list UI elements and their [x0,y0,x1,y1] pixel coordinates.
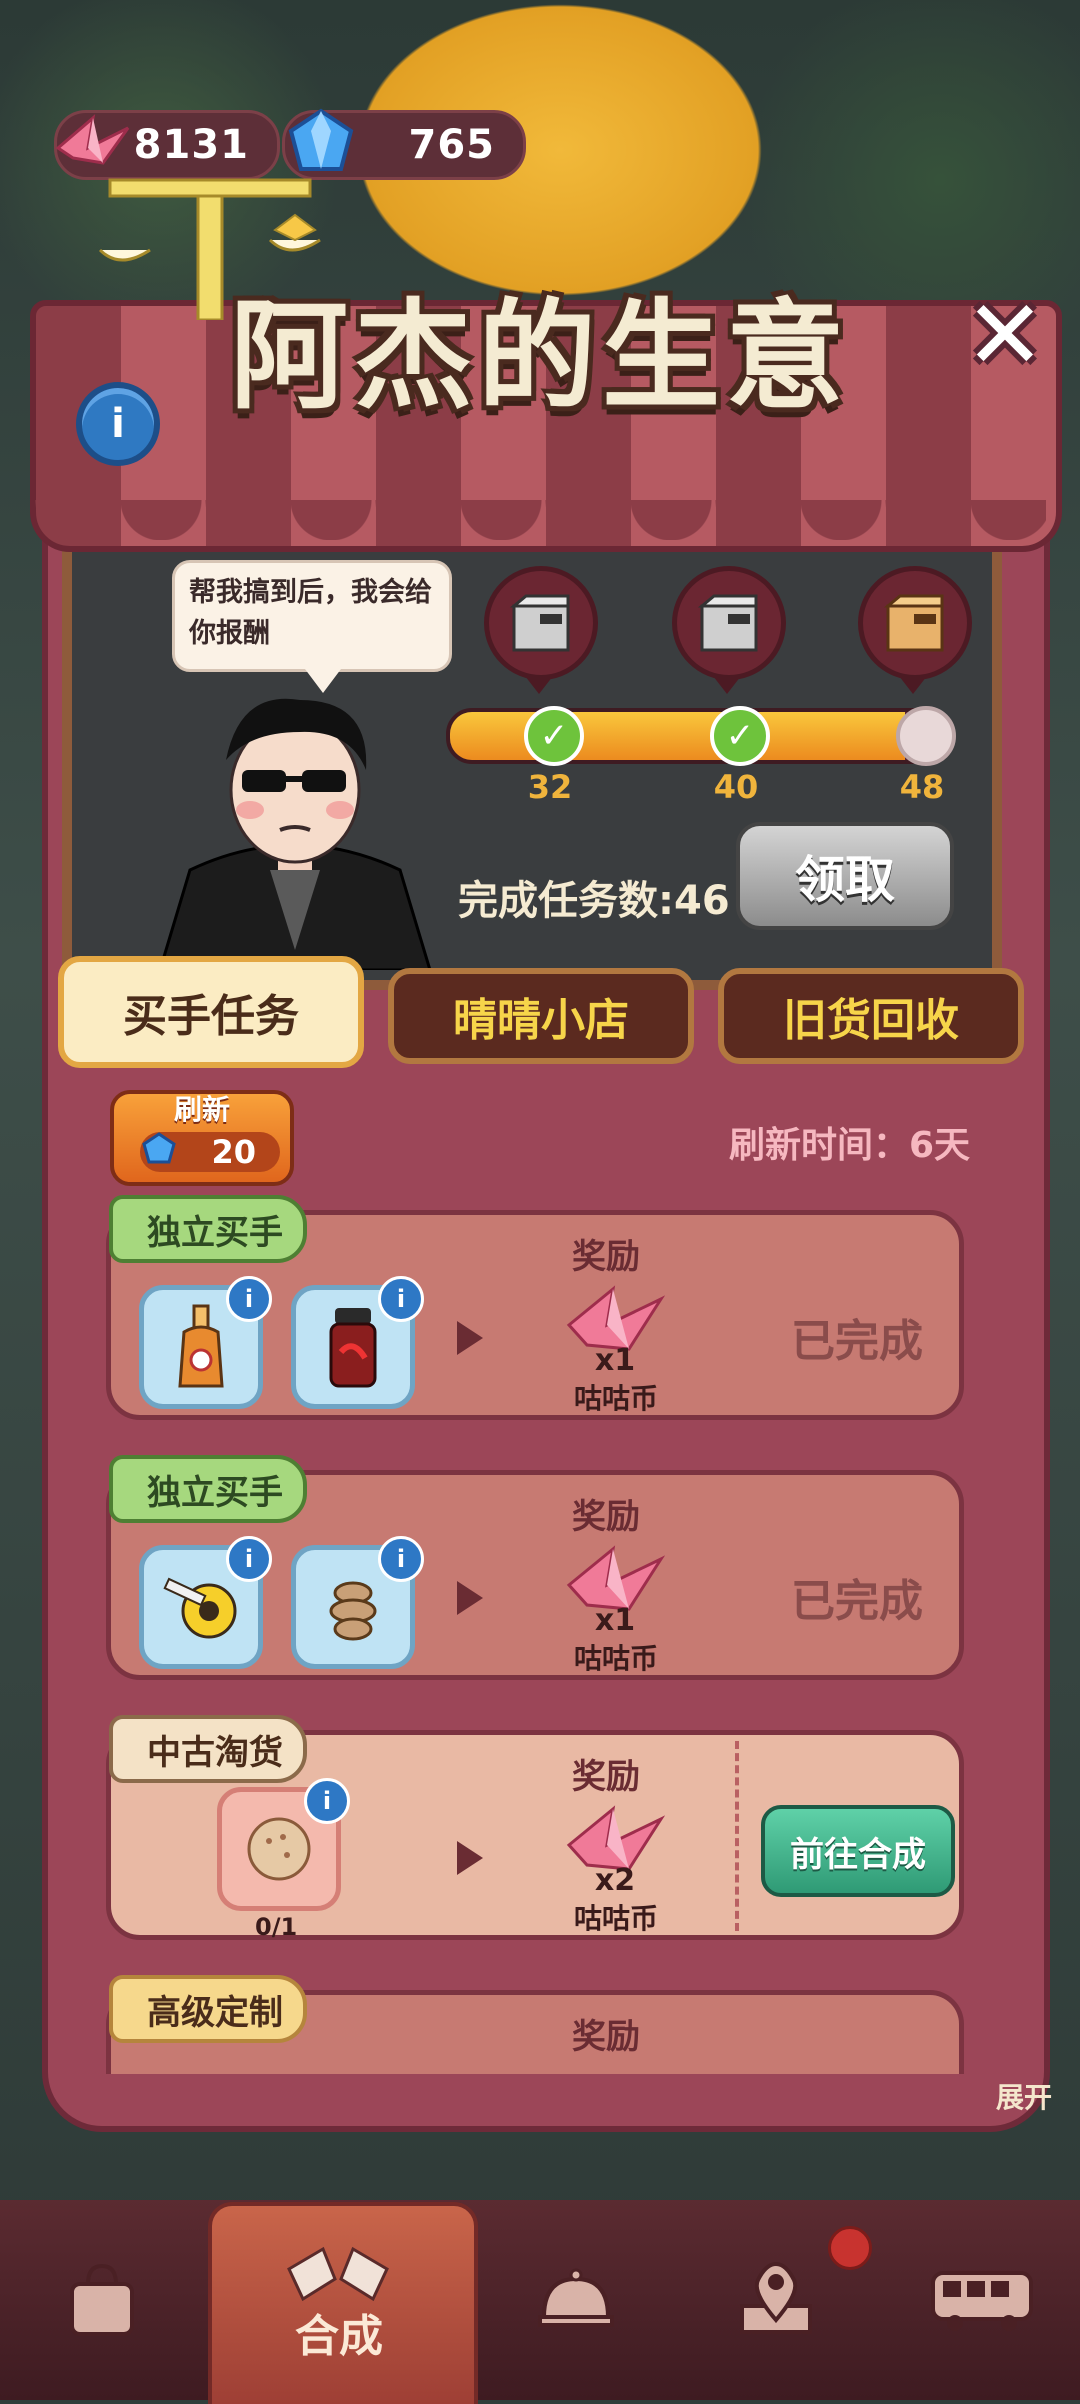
progress-fill [450,712,905,760]
required-item-slot[interactable]: i [291,1276,424,1409]
reward-label: 奖励 [572,1497,640,1537]
item-info-icon[interactable]: i [378,1276,424,1322]
reward-quantity: x2 [594,1863,636,1898]
rope-coil-icon [329,1581,377,1641]
gem-currency-value: 765 [408,122,495,168]
panel-title: 阿杰的生意 [229,286,850,425]
milestone-value: 40 [713,768,759,806]
chili-jar-icon [329,1308,377,1388]
arrow-right-icon [457,1581,483,1615]
tab-recycling[interactable]: 旧货回收 [718,968,1024,1064]
check-icon: ✓ [710,706,770,766]
refresh-button[interactable]: 刷新 20 [110,1090,294,1186]
task-tag: 独立买手 [109,1195,307,1263]
close-x-icon[interactable]: ✕ [960,279,1050,391]
item-progress: 0/1 [255,1913,298,1941]
awning-scallop [34,500,1046,540]
item-info-icon[interactable]: i [378,1536,424,1582]
card-divider [735,1741,739,1931]
npc-character [158,698,432,970]
required-item-slot[interactable]: i [139,1536,272,1669]
task-card: 中古淘货 i 0/1 奖励 x2 咕咕币 前往合成 [106,1715,964,1941]
claim-button[interactable]: 领取 [736,822,954,930]
item-info-icon[interactable]: i [304,1778,350,1824]
go-merge-button[interactable]: 前往合成 [761,1805,955,1897]
task-status: 已完成 [791,1316,923,1367]
required-item-slot[interactable]: i [291,1536,424,1669]
milestone-box-1[interactable] [484,566,598,694]
shop-bag-icon[interactable] [42,2240,162,2360]
reward-name: 咕咕币 [573,1382,658,1415]
bus-icon[interactable] [922,2240,1042,2360]
reward-label: 奖励 [572,1757,640,1797]
milestone-empty-marker [896,706,956,766]
tab-qingqing-shop[interactable]: 晴晴小店 [388,968,694,1064]
tape-measure-icon [163,1577,237,1639]
arrow-right-icon [457,1841,483,1875]
reward-label: 奖励 [572,1237,640,1277]
cloche-icon[interactable] [516,2240,636,2360]
reward-name: 咕咕币 [573,1902,658,1935]
nav-merge-label: 合成 [295,2311,383,2362]
gift-box-icon [697,594,758,652]
task-tag: 独立买手 [109,1455,307,1523]
refresh-time: 刷新时间：6天 [728,1125,970,1166]
task-card: 独立买手 i i 奖励 x1 咕咕币 已完成 [106,1455,964,1680]
gift-box-icon [509,594,570,652]
check-icon: ✓ [524,706,584,766]
npc-speech-bubble: 帮我搞到后，我会给你报酬 [172,560,452,693]
task-tag: 中古淘货 [109,1715,307,1783]
milestone-value: 32 [527,768,573,806]
info-icon[interactable]: i [76,382,160,466]
reward-quantity: x1 [594,1343,636,1378]
arrow-right-icon [457,1321,483,1355]
tasks-completed-count: 完成任务数:46 [458,878,730,924]
milestone-progress-bar [446,708,954,764]
reward-quantity: x1 [594,1603,636,1638]
task-card: 高级定制 奖励 [106,1975,964,2074]
hot-sauce-bottle-icon [178,1304,224,1388]
gift-box-icon [883,594,944,652]
map-pin-icon[interactable] [716,2240,836,2360]
required-item-slot[interactable]: i [139,1276,272,1409]
item-info-icon[interactable]: i [226,1536,272,1582]
required-item-slot[interactable]: i [217,1778,350,1911]
tab-buyer-tasks[interactable]: 买手任务 [58,956,364,1068]
reward-name: 咕咕币 [573,1642,658,1675]
expand-button[interactable]: 展开 [996,2076,1052,2116]
refresh-cost: 20 [211,1133,256,1171]
task-tag: 高级定制 [109,1975,307,2043]
blue-gem-icon [142,1132,176,1164]
milestone-value: 48 [899,768,945,806]
reward-label: 奖励 [572,2017,640,2057]
milestone-box-3[interactable] [858,566,972,694]
milestone-box-2[interactable] [672,566,786,694]
task-card: 独立买手 i i 奖励 x1 咕咕币 已完成 [106,1195,964,1420]
meatball-icon [247,1817,311,1881]
refresh-label: 刷新 [173,1093,230,1126]
item-info-icon[interactable]: i [226,1276,272,1322]
task-status: 已完成 [791,1576,923,1627]
